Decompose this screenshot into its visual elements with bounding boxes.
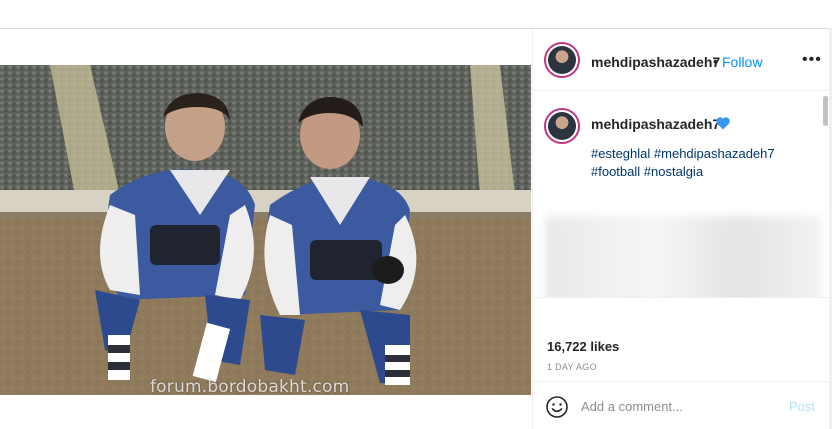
panel-scrollbar[interactable]	[823, 96, 828, 126]
avatar-image	[548, 46, 576, 74]
hashtag-link[interactable]: #mehdipashazadeh7	[654, 146, 775, 161]
avatar-image	[548, 112, 576, 140]
caption-username[interactable]: mehdipashazadeh7	[591, 116, 720, 132]
comment-input[interactable]	[581, 395, 781, 417]
post-header: mehdipashazadeh7 • Follow •••	[533, 29, 830, 91]
post-media-area: forum.bordobakht.com	[0, 28, 532, 428]
hashtag-link[interactable]: #esteghlal	[591, 146, 650, 161]
post-comment-button[interactable]: Post	[789, 399, 815, 414]
post-timestamp[interactable]: 1 DAY AGO	[547, 362, 597, 372]
smile-icon[interactable]	[545, 395, 569, 419]
more-options-icon[interactable]: •••	[802, 52, 821, 69]
likes-count[interactable]: 16,722 likes	[547, 339, 619, 354]
comment-bar: Post	[533, 381, 830, 429]
caption-hashtags: #esteghlal #mehdipashazadeh7 #football #…	[591, 145, 816, 181]
follow-button[interactable]: Follow	[722, 54, 762, 70]
caption-avatar[interactable]	[544, 108, 580, 144]
hashtag-link[interactable]: #nostalgia	[644, 164, 703, 179]
blue-heart-icon	[716, 117, 730, 130]
caption-area: mehdipashazadeh7 #esteghlal #mehdipashaz…	[533, 92, 830, 332]
post-side-panel: mehdipashazadeh7 • Follow ••• mehdipasha…	[532, 28, 830, 429]
post-photo[interactable]: forum.bordobakht.com	[0, 65, 531, 395]
instagram-post-page: forum.bordobakht.com mehdipashazadeh7 • …	[0, 0, 832, 429]
header-username[interactable]: mehdipashazadeh7	[591, 54, 720, 70]
avatar[interactable]	[544, 42, 580, 78]
photo-illustration	[0, 65, 531, 395]
hashtag-link[interactable]: #football	[591, 164, 640, 179]
likes-section: 16,722 likes 1 DAY AGO	[533, 297, 830, 381]
photo-watermark: forum.bordobakht.com	[150, 377, 350, 395]
separator-dot: •	[713, 53, 718, 69]
